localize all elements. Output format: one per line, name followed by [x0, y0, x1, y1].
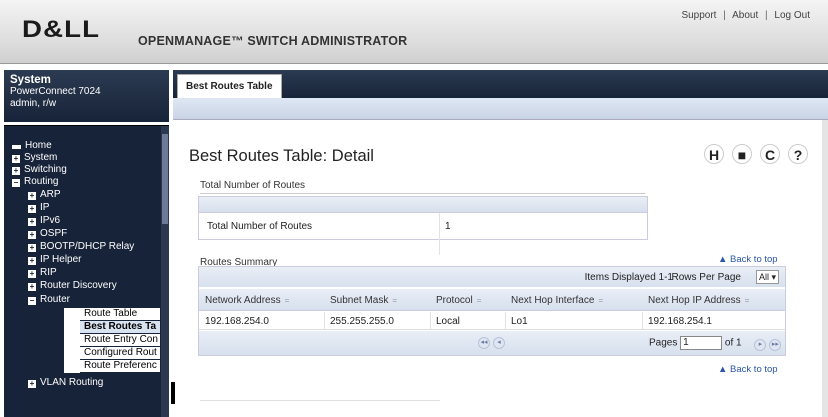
nav-item-arp[interactable]: + ARP [28, 189, 61, 200]
next-page-icon[interactable]: ▸ [754, 338, 767, 351]
cell-subnet-mask: 255.255.255.0 [330, 316, 394, 327]
nav-item-ipv6[interactable]: + IPv6 [28, 215, 60, 226]
expand-icon: + [28, 204, 36, 213]
pages-label: Pages [649, 337, 678, 349]
expand-icon: + [28, 230, 36, 239]
cell-next-hop-interface: Lo1 [511, 316, 528, 327]
nav-leaf-route-preference[interactable]: Route Preferenc [80, 360, 160, 372]
back-to-top-link-bottom[interactable]: ▲ Back to top [718, 364, 778, 375]
first-page-icon[interactable]: ◂◂ [478, 337, 490, 349]
of-pages-label: of 1 [724, 337, 742, 349]
expand-icon: + [28, 217, 36, 226]
total-section-title: Total Number of Routes [200, 180, 306, 191]
col-next-hop-ip-address[interactable]: Next Hop IP Address = [648, 295, 749, 306]
prev-nav: ◂◂ ◂ [475, 336, 505, 349]
nav-item-rip[interactable]: + RIP [28, 267, 57, 278]
collapse-icon: − [28, 296, 36, 305]
col-network-address[interactable]: Network Address = [205, 295, 289, 306]
nav-item-ip[interactable]: + IP [28, 202, 49, 213]
expand-icon: + [12, 154, 20, 163]
table-row: 192.168.254.0 255.255.255.0 Local Lo1 19… [199, 312, 785, 330]
total-routes-table: Total Number of Routes 1 [198, 196, 648, 255]
nav-item-ospf[interactable]: + OSPF [28, 228, 67, 239]
routes-summary-table: Items Displayed 1-1 Rows Per Page All ▾ … [198, 266, 786, 356]
nav-item-ip-helper[interactable]: + IP Helper [28, 254, 82, 265]
pagination: Pages 1 of 1 ▸ ▸▸ [649, 336, 782, 351]
col-next-hop-interface[interactable]: Next Hop Interface = [511, 295, 603, 306]
system-title: System [10, 74, 51, 86]
total-routes-label: Total Number of Routes [207, 221, 313, 232]
dell-logo: D&LL [22, 16, 101, 43]
nav-item-vlan-routing[interactable]: + VLAN Routing [28, 377, 103, 388]
logout-link[interactable]: Log Out [774, 10, 810, 21]
expand-icon: + [12, 166, 20, 175]
nav-leaf-route-table[interactable]: Route Table [80, 308, 160, 320]
navigation-tree: Home + System + Switching − Routing + ARP + I… [4, 125, 169, 417]
tab-bar: Best Routes Table [173, 70, 828, 98]
nav-item-switching[interactable]: + Switching [12, 164, 67, 175]
sub-toolbar [173, 98, 828, 120]
system-model: PowerConnect 7024 [10, 86, 101, 97]
expand-icon: + [28, 379, 36, 388]
expand-icon: + [28, 191, 36, 200]
content-scrollbar[interactable] [822, 120, 828, 417]
divider [200, 400, 440, 401]
nav-item-router-discovery[interactable]: + Router Discovery [28, 280, 117, 291]
help-h-icon[interactable]: H [704, 144, 724, 164]
page-title: Best Routes Table: Detail [189, 147, 374, 165]
expand-icon: + [28, 243, 36, 252]
app-header: D&LL OPENMANAGE™ SWITCH ADMINISTRATOR Su… [0, 0, 828, 64]
refresh-icon[interactable]: C [760, 144, 780, 164]
nav-leaf-route-entry-config[interactable]: Route Entry Con [80, 334, 160, 346]
col-subnet-mask[interactable]: Subnet Mask = [330, 295, 397, 306]
chevron-down-icon: ▾ [771, 272, 776, 282]
back-to-top-link[interactable]: ▲ Back to top [718, 254, 778, 265]
nav-item-home[interactable]: Home [12, 140, 52, 151]
rows-per-page-label: Rows Per Page [671, 272, 741, 283]
nav-item-routing[interactable]: − Routing [12, 176, 58, 187]
cell-next-hop-ip-address: 192.168.254.1 [648, 316, 712, 327]
nav-item-bootp-dhcp-relay[interactable]: + BOOTP/DHCP Relay [28, 241, 134, 252]
nav-leaf-best-routes-table[interactable]: Best Routes Ta [80, 321, 160, 333]
support-link[interactable]: Support [681, 10, 716, 21]
page-input[interactable]: 1 [680, 336, 723, 350]
question-icon[interactable]: ? [788, 144, 808, 164]
last-page-icon[interactable]: ▸▸ [769, 338, 782, 351]
expand-icon: + [28, 256, 36, 265]
cell-protocol: Local [436, 316, 460, 327]
tab-best-routes-table[interactable]: Best Routes Table [177, 74, 282, 98]
total-routes-value: 1 [445, 221, 451, 232]
collapse-icon: − [12, 178, 20, 187]
app-name: OPENMANAGE™ SWITCH ADMINISTRATOR [138, 34, 408, 48]
system-info-panel[interactable]: System PowerConnect 7024 admin, r/w [4, 70, 169, 122]
items-displayed: Items Displayed 1-1 [584, 272, 673, 283]
home-icon [12, 145, 21, 149]
print-icon[interactable]: ■ [732, 144, 752, 164]
col-protocol[interactable]: Protocol = [436, 295, 481, 306]
system-user: admin, r/w [10, 98, 57, 109]
nav-leaf-configured-routes[interactable]: Configured Rout [80, 347, 160, 359]
top-links: Support | About | Log Out [681, 10, 810, 21]
about-link[interactable]: About [732, 10, 758, 21]
nav-item-router[interactable]: − Router [28, 294, 70, 305]
cell-network-address: 192.168.254.0 [205, 316, 269, 327]
page-actions: H ■ C? [696, 144, 808, 164]
rows-per-page-select[interactable]: All ▾ [755, 270, 779, 284]
expand-icon: + [28, 269, 36, 278]
nav-scrollbar[interactable] [161, 126, 169, 417]
splitter-handle[interactable] [171, 382, 175, 404]
expand-icon: + [28, 282, 36, 291]
nav-item-system[interactable]: + System [12, 152, 57, 163]
prev-page-icon[interactable]: ◂ [493, 337, 505, 349]
